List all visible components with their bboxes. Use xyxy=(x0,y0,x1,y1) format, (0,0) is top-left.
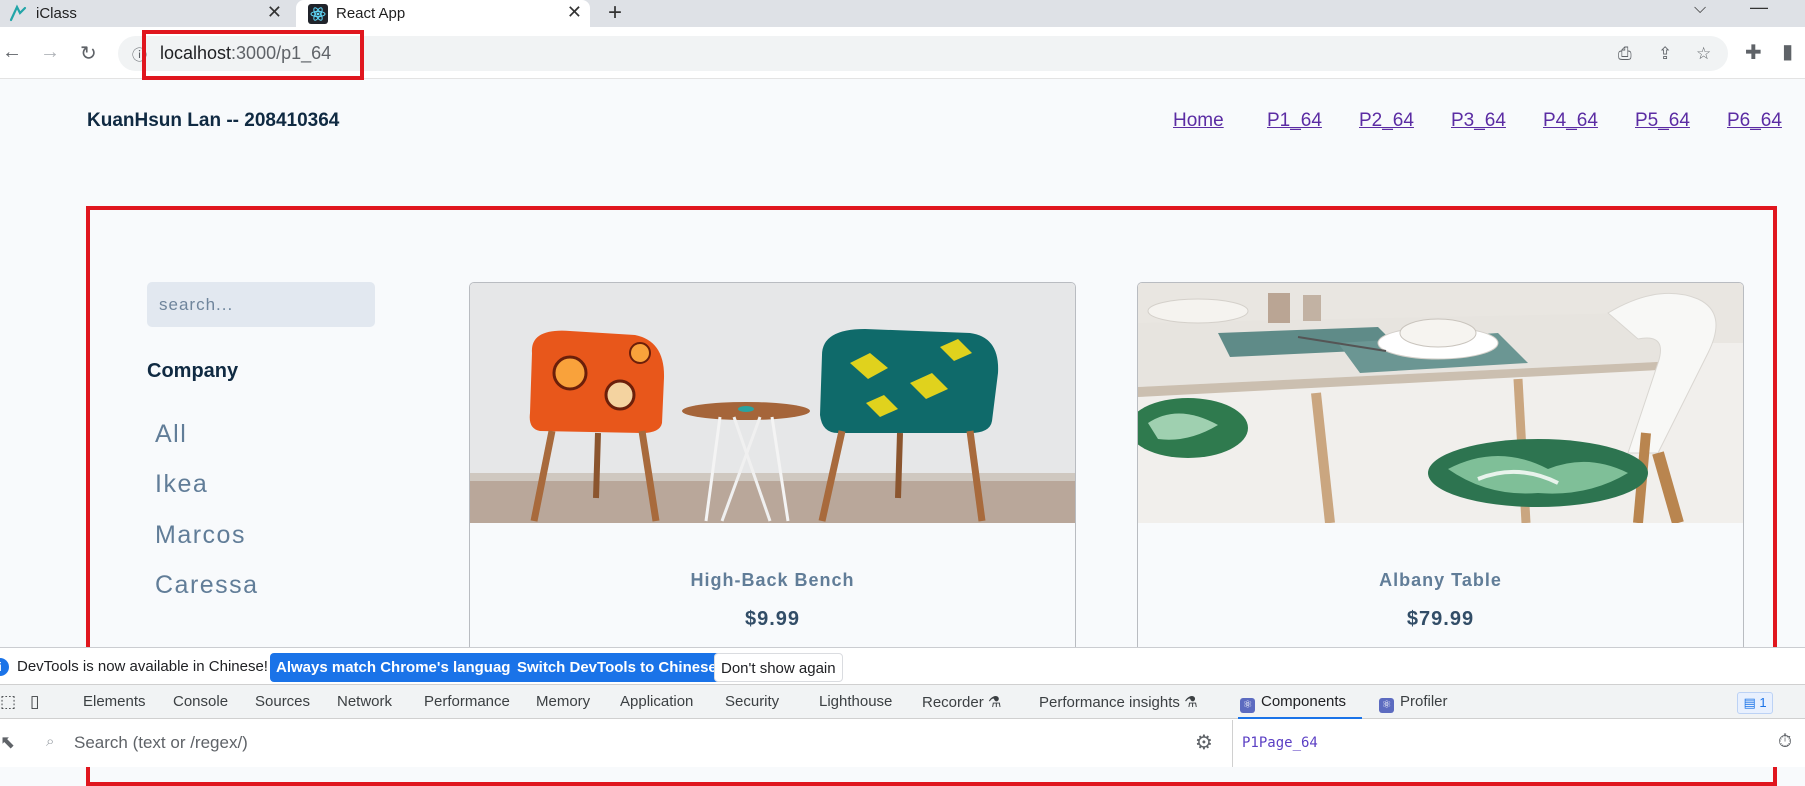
devtools-language-infobar: i DevTools is now available in Chinese! … xyxy=(0,648,1805,684)
product-card[interactable]: High-Back Bench $9.99 xyxy=(469,282,1076,702)
components-search-input[interactable] xyxy=(74,733,1174,753)
dont-show-again-button[interactable]: Don't show again xyxy=(714,653,843,682)
devtools-tab-application[interactable]: Application xyxy=(620,693,693,710)
devtools-tab-components[interactable]: ⚛ Components xyxy=(1240,693,1346,713)
nav-link-p6[interactable]: P6_64 xyxy=(1727,110,1782,132)
browser-tab-strip: iClass ✕ React App ✕ + ⌵ — xyxy=(0,0,1805,27)
devtools-tab-memory[interactable]: Memory xyxy=(536,693,590,710)
reload-icon[interactable]: ↻ xyxy=(80,41,97,66)
infobar-message: DevTools is now available in Chinese! xyxy=(17,658,268,675)
extensions-icon[interactable]: ✚ xyxy=(1745,40,1762,65)
tab-iclass[interactable]: iClass ✕ xyxy=(0,0,290,27)
nav-link-p3[interactable]: P3_64 xyxy=(1451,110,1506,132)
select-element-icon[interactable]: ⬉ xyxy=(0,732,15,753)
translate-icon[interactable]: ⎙ xyxy=(1618,44,1632,64)
device-toolbar-icon[interactable]: ▯ xyxy=(30,692,39,712)
stopwatch-icon[interactable]: ⏱ xyxy=(1778,731,1792,752)
always-match-language-button[interactable]: Always match Chrome's language xyxy=(270,653,525,682)
tab-label: Recorder xyxy=(922,694,984,711)
devtools-tab-security[interactable]: Security xyxy=(725,693,779,710)
devtools-tab-performance[interactable]: Performance xyxy=(424,693,510,710)
new-tab-icon[interactable]: + xyxy=(608,0,622,27)
devtools-tab-bar: ⬚ ▯ Elements Console Sources Network Per… xyxy=(0,684,1805,719)
inspect-element-icon[interactable]: ⬚ xyxy=(0,692,16,712)
search-icon: ⌕ xyxy=(46,733,55,750)
devtools-panel: i DevTools is now available in Chinese! … xyxy=(0,647,1805,767)
components-search-row: ⬉ ⌕ ⚙ P1Page_64 ⏱ xyxy=(0,720,1805,767)
product-card[interactable]: Albany Table $79.99 xyxy=(1137,282,1744,702)
minimize-icon[interactable]: — xyxy=(1750,0,1768,18)
nav-link-p5[interactable]: P5_64 xyxy=(1635,110,1690,132)
bookmark-star-icon[interactable]: ☆ xyxy=(1696,44,1711,64)
switch-to-chinese-button[interactable]: Switch DevTools to Chinese xyxy=(511,653,723,682)
devtools-tab-console[interactable]: Console xyxy=(173,693,228,710)
feedback-icon[interactable]: ▤ 1 xyxy=(1737,692,1773,714)
nav-link-p2[interactable]: P2_64 xyxy=(1359,110,1414,132)
tab-title: iClass xyxy=(36,5,77,22)
selected-component-name: P1Page_64 xyxy=(1242,735,1318,751)
nav-link-home[interactable]: Home xyxy=(1173,110,1224,132)
company-filter-marcos[interactable]: Marcos xyxy=(155,521,246,550)
info-icon: i xyxy=(0,658,9,676)
company-filter-ikea[interactable]: Ikea xyxy=(155,470,208,499)
iclass-favicon-icon xyxy=(9,3,27,21)
forward-icon[interactable]: → xyxy=(40,41,60,64)
tab-react-app[interactable]: React App ✕ xyxy=(296,0,590,27)
devtools-tab-sources[interactable]: Sources xyxy=(255,693,310,710)
experiment-flask-icon: ⚗ xyxy=(1184,694,1198,711)
react-favicon-icon xyxy=(308,3,328,24)
devtools-tab-elements[interactable]: Elements xyxy=(83,693,146,710)
tab-label: Performance insights xyxy=(1039,694,1180,711)
chevron-down-icon[interactable]: ⌵ xyxy=(1694,0,1706,18)
devtools-tab-lighthouse[interactable]: Lighthouse xyxy=(819,693,892,710)
gear-icon[interactable]: ⚙ xyxy=(1195,730,1213,755)
company-filter-caressa[interactable]: Caressa xyxy=(155,571,259,600)
tab-title: React App xyxy=(336,5,406,22)
close-tab-icon[interactable]: ✕ xyxy=(267,2,282,23)
company-heading: Company xyxy=(147,360,239,382)
nav-link-p1[interactable]: P1_64 xyxy=(1267,110,1322,132)
url-highlight-box xyxy=(142,30,364,80)
product-name: Albany Table xyxy=(1379,570,1502,590)
back-icon[interactable]: ← xyxy=(2,41,22,64)
product-name: High-Back Bench xyxy=(690,570,855,590)
react-devtools-icon: ⚛ xyxy=(1240,698,1255,713)
search-input[interactable] xyxy=(147,282,375,327)
side-panel-icon[interactable]: ▮ xyxy=(1782,39,1793,64)
panel-divider xyxy=(1232,720,1233,767)
company-filter-all[interactable]: All xyxy=(155,420,187,449)
active-tab-indicator xyxy=(1238,717,1362,719)
devtools-tab-performance-insights[interactable]: Performance insights ⚗ xyxy=(1039,693,1198,711)
devtools-tab-profiler[interactable]: ⚛ Profiler xyxy=(1379,693,1448,713)
react-devtools-icon: ⚛ xyxy=(1379,698,1394,713)
product-price: $9.99 xyxy=(744,608,801,630)
tab-label: Components xyxy=(1261,693,1347,710)
product-image[interactable] xyxy=(1138,283,1743,523)
page-brand: KuanHsun Lan -- 208410364 xyxy=(87,110,340,131)
close-tab-icon[interactable]: ✕ xyxy=(567,2,582,23)
product-image[interactable] xyxy=(470,283,1075,523)
experiment-flask-icon: ⚗ xyxy=(987,694,1002,711)
tab-label: Profiler xyxy=(1400,693,1448,710)
devtools-tab-recorder[interactable]: Recorder ⚗ xyxy=(922,693,1001,711)
devtools-tab-network[interactable]: Network xyxy=(337,693,392,710)
product-price: $79.99 xyxy=(1406,608,1475,630)
share-icon[interactable]: ⇪ xyxy=(1658,44,1672,64)
nav-link-p4[interactable]: P4_64 xyxy=(1543,110,1598,132)
